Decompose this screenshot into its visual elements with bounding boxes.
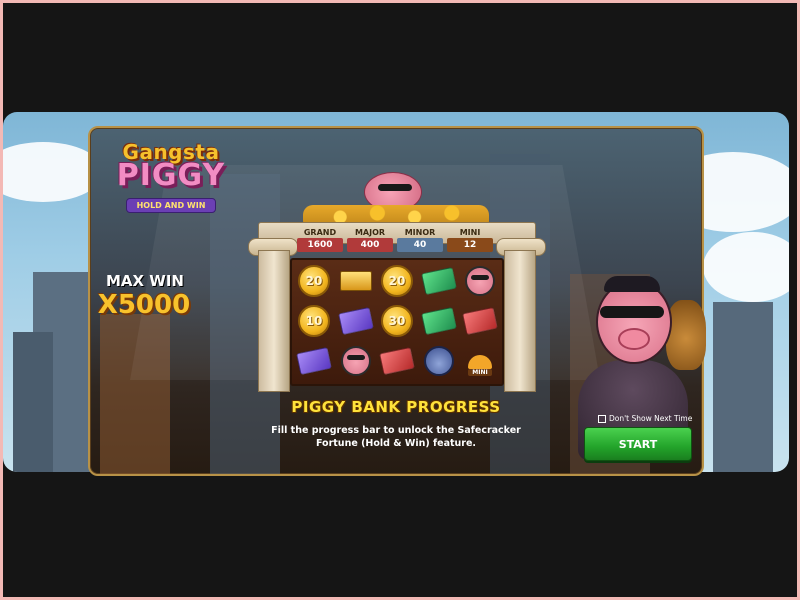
reel-cell	[336, 342, 376, 380]
money-bag-icon	[666, 300, 706, 370]
reel-cell	[419, 342, 459, 380]
coin-symbol: 20	[298, 265, 330, 297]
jackpot-mini: MINI 12	[447, 228, 493, 252]
cash-icon	[420, 266, 457, 296]
progress-description: Fill the progress bar to unlock the Safe…	[271, 425, 521, 449]
cash-icon	[379, 346, 415, 376]
reel-cell: 30	[377, 302, 417, 340]
coin-symbol: 20	[381, 265, 413, 297]
cash-icon	[462, 306, 498, 336]
jackpot-value: 400	[347, 238, 393, 252]
cash-icon	[296, 346, 332, 376]
gangster-pig-icon	[340, 346, 371, 376]
logo-ribbon: HOLD AND WIN	[125, 198, 217, 213]
police-pig-icon	[423, 346, 454, 376]
jackpot-name: MINOR	[404, 228, 436, 237]
pillar-right	[504, 250, 536, 392]
jackpot-grand: GRAND 1600	[297, 228, 343, 252]
pillar-left	[258, 250, 290, 392]
reel-cell	[294, 342, 334, 380]
start-button[interactable]: START	[584, 427, 692, 461]
reel-cell	[419, 262, 459, 300]
dont-show-label: Don't Show Next Time	[609, 414, 693, 423]
jackpot-name: GRAND	[303, 228, 337, 237]
jackpot-value: 12	[447, 238, 493, 252]
reel-cell	[419, 302, 459, 340]
reel-cell	[336, 302, 376, 340]
piggy-mask	[378, 184, 412, 191]
reel-cell	[336, 262, 376, 300]
gold-bars-icon	[339, 271, 372, 291]
building	[13, 332, 53, 472]
max-win-value: X5000	[97, 290, 191, 320]
jackpot-value: 1600	[297, 238, 343, 252]
jackpot-value: 40	[397, 238, 443, 252]
reel-cell: MINI	[460, 342, 500, 380]
reel-cell	[460, 302, 500, 340]
building	[713, 302, 773, 472]
jackpot-name: MAJOR	[354, 228, 386, 237]
max-win-label: MAX WIN	[105, 272, 184, 290]
cash-icon	[337, 306, 374, 336]
mascot-mask	[600, 306, 664, 318]
coin-symbol: 30	[381, 305, 413, 337]
jackpot-major: MAJOR 400	[347, 228, 393, 252]
reel-cell: 20	[377, 262, 417, 300]
mascot-snout	[618, 328, 650, 350]
reel-cell: 20	[294, 262, 334, 300]
mini-label: MINI	[468, 369, 492, 376]
jackpot-minor: MINOR 40	[397, 228, 443, 252]
mascot-pig-head	[596, 280, 672, 364]
coin-symbol: 10	[298, 305, 330, 337]
dont-show-toggle[interactable]: Don't Show Next Time	[598, 414, 692, 423]
jackpot-name: MINI	[459, 228, 481, 237]
progress-title: PIGGY BANK PROGRESS	[291, 398, 501, 416]
coin-bag-top	[468, 355, 492, 369]
mini-coin-bag-icon: MINI	[465, 346, 495, 376]
reel-cell	[377, 342, 417, 380]
gangster-pig-icon	[465, 266, 495, 296]
reel-grid: 20 10 20 30 MINI	[290, 258, 504, 386]
dont-show-checkbox[interactable]	[598, 414, 606, 423]
mascot-beanie	[604, 276, 660, 292]
reel-cell	[460, 262, 500, 300]
cloud	[703, 232, 789, 302]
cash-icon	[420, 306, 457, 336]
logo-piggy: PIGGY	[116, 158, 226, 193]
reel-cell: 10	[294, 302, 334, 340]
game-logo: Gangsta PIGGY HOLD AND WIN	[96, 140, 246, 220]
